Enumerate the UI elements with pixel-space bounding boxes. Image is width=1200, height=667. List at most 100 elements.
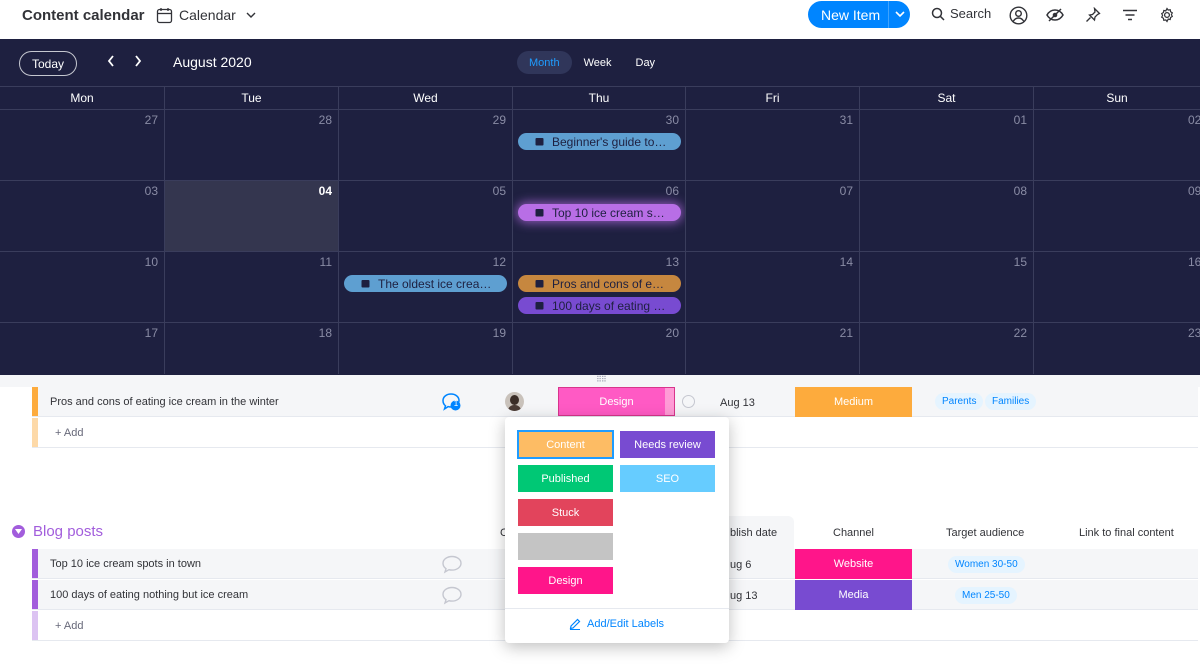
calendar-event[interactable]: 100 days of eating … xyxy=(518,297,681,314)
day-number: 13 xyxy=(665,255,679,269)
day-cell[interactable]: 13 Pros and cons of e… 100 days of eatin… xyxy=(513,252,686,323)
tab-day[interactable]: Day xyxy=(624,51,668,74)
channel-cell[interactable]: Website xyxy=(795,549,912,579)
new-item-dropdown-button[interactable] xyxy=(889,11,910,18)
date-cell[interactable]: Aug 13 xyxy=(720,397,755,409)
updates-icon[interactable]: 1 xyxy=(441,392,463,417)
day-cell[interactable]: 18 xyxy=(165,323,339,374)
day-cell[interactable]: 23 xyxy=(1034,323,1200,374)
audience-tag[interactable]: Families xyxy=(985,393,1037,410)
prev-month-button[interactable] xyxy=(106,54,116,73)
tab-month[interactable]: Month xyxy=(517,51,572,74)
top-bar: Content calendar Calendar New Item Searc… xyxy=(0,0,1200,39)
weekday-header: Mon Tue Wed Thu Fri Sat Sun xyxy=(0,86,1200,110)
add-item-button[interactable]: + Add xyxy=(55,620,83,632)
search-button[interactable]: Search xyxy=(931,6,991,21)
label-option-needs-review[interactable]: Needs review xyxy=(620,431,715,458)
calendar-view: Today August 2020 Month Week Day Mon Tue… xyxy=(0,39,1200,375)
new-item-button[interactable]: New Item xyxy=(808,1,910,28)
hide-eye-icon[interactable] xyxy=(1045,5,1065,25)
day-cell[interactable]: 30 Beginner's guide to… xyxy=(513,110,686,181)
label-option-published[interactable]: Published xyxy=(518,465,613,492)
label-option-stuck[interactable]: Stuck xyxy=(518,499,613,526)
tab-week[interactable]: Week xyxy=(572,51,624,74)
day-cell[interactable]: 01 xyxy=(860,110,1034,181)
view-switcher[interactable]: Calendar xyxy=(156,5,256,25)
calendar-event[interactable]: Beginner's guide to… xyxy=(518,133,681,150)
day-cell[interactable]: 11 xyxy=(165,252,339,323)
label-option-content[interactable]: Content xyxy=(517,430,614,459)
date-check-icon[interactable] xyxy=(682,395,695,408)
day-cell[interactable]: 31 xyxy=(686,110,860,181)
day-cell[interactable]: 15 xyxy=(860,252,1034,323)
day-cell[interactable]: 02 xyxy=(1034,110,1200,181)
day-cell[interactable]: 17 xyxy=(0,323,165,374)
date-cell[interactable]: ug 13 xyxy=(730,590,758,602)
weekday-label: Wed xyxy=(339,87,513,109)
day-cell[interactable]: 28 xyxy=(165,110,339,181)
day-cell[interactable]: 12 The oldest ice crea… xyxy=(339,252,513,323)
today-button[interactable]: Today xyxy=(19,51,77,76)
audience-tag[interactable]: Men 25-50 xyxy=(955,587,1017,604)
day-cell[interactable]: 06 Top 10 ice cream s… xyxy=(513,181,686,252)
day-cell[interactable]: 22 xyxy=(860,323,1034,374)
day-cell[interactable]: 08 xyxy=(860,181,1034,252)
add-item-button[interactable]: + Add xyxy=(55,427,83,439)
event-title: Top 10 ice cream s… xyxy=(552,205,665,220)
channel-cell[interactable]: Media xyxy=(795,580,912,610)
group-header[interactable]: Blog posts xyxy=(12,523,103,540)
day-number: 09 xyxy=(1188,184,1200,198)
day-number: 31 xyxy=(839,113,853,127)
pin-icon[interactable] xyxy=(1083,5,1103,25)
calendar-event[interactable]: Top 10 ice cream s… xyxy=(518,204,681,221)
calendar-icon xyxy=(361,280,370,288)
day-cell[interactable]: 09 xyxy=(1034,181,1200,252)
day-cell[interactable]: 19 xyxy=(339,323,513,374)
day-cell[interactable]: 29 xyxy=(339,110,513,181)
chevron-left-icon xyxy=(107,55,114,67)
item-name[interactable]: Pros and cons of eating ice cream in the… xyxy=(50,396,279,408)
drag-handle-icon[interactable]: ⠿⠿ xyxy=(596,376,608,384)
day-cell[interactable]: 03 xyxy=(0,181,165,252)
day-cell[interactable]: 21 xyxy=(686,323,860,374)
avatar[interactable] xyxy=(505,392,524,411)
column-header[interactable]: Link to final content xyxy=(1079,527,1174,539)
gear-icon[interactable] xyxy=(1157,5,1177,25)
group-title[interactable]: Blog posts xyxy=(33,523,103,540)
chat-bubble-icon[interactable] xyxy=(441,586,463,610)
calendar-event[interactable]: Pros and cons of e… xyxy=(518,275,681,292)
item-name[interactable]: Top 10 ice cream spots in town xyxy=(50,558,201,570)
audience-tag[interactable]: Women 30-50 xyxy=(948,556,1025,573)
day-cell[interactable]: 10 xyxy=(0,252,165,323)
priority-cell[interactable]: Medium xyxy=(795,387,912,417)
day-cell[interactable]: 20 xyxy=(513,323,686,374)
day-number: 01 xyxy=(1013,113,1027,127)
add-edit-labels-button[interactable]: Add/Edit Labels xyxy=(569,618,664,630)
search-label: Search xyxy=(950,6,992,21)
day-cell[interactable]: 16 xyxy=(1034,252,1200,323)
date-cell[interactable]: ug 6 xyxy=(730,559,751,571)
audience-tag[interactable]: Parents xyxy=(935,393,984,410)
column-header[interactable]: Channel xyxy=(833,527,874,539)
column-header[interactable]: blish date xyxy=(730,527,777,539)
label-option-seo[interactable]: SEO xyxy=(620,465,715,492)
next-month-button[interactable] xyxy=(133,54,143,73)
event-title: The oldest ice crea… xyxy=(378,276,492,291)
label-option-empty[interactable] xyxy=(518,533,613,560)
item-name[interactable]: 100 days of eating nothing but ice cream xyxy=(50,589,248,601)
day-cell[interactable]: 14 xyxy=(686,252,860,323)
today-cell[interactable]: 04 xyxy=(165,181,339,252)
event-title: Pros and cons of e… xyxy=(552,276,665,291)
label-option-design[interactable]: Design xyxy=(518,567,613,594)
day-cell[interactable]: 07 xyxy=(686,181,860,252)
day-cell[interactable]: 27 xyxy=(0,110,165,181)
column-header[interactable]: Target audience xyxy=(946,527,1024,539)
filter-icon[interactable] xyxy=(1120,5,1140,25)
collapse-group-icon[interactable] xyxy=(12,525,25,538)
status-cell[interactable]: Design xyxy=(558,387,675,416)
person-filter-icon[interactable] xyxy=(1008,5,1028,25)
day-cell[interactable]: 05 xyxy=(339,181,513,252)
day-number: 04 xyxy=(318,184,332,198)
calendar-event[interactable]: The oldest ice crea… xyxy=(344,275,507,292)
chat-bubble-icon[interactable] xyxy=(441,555,463,579)
